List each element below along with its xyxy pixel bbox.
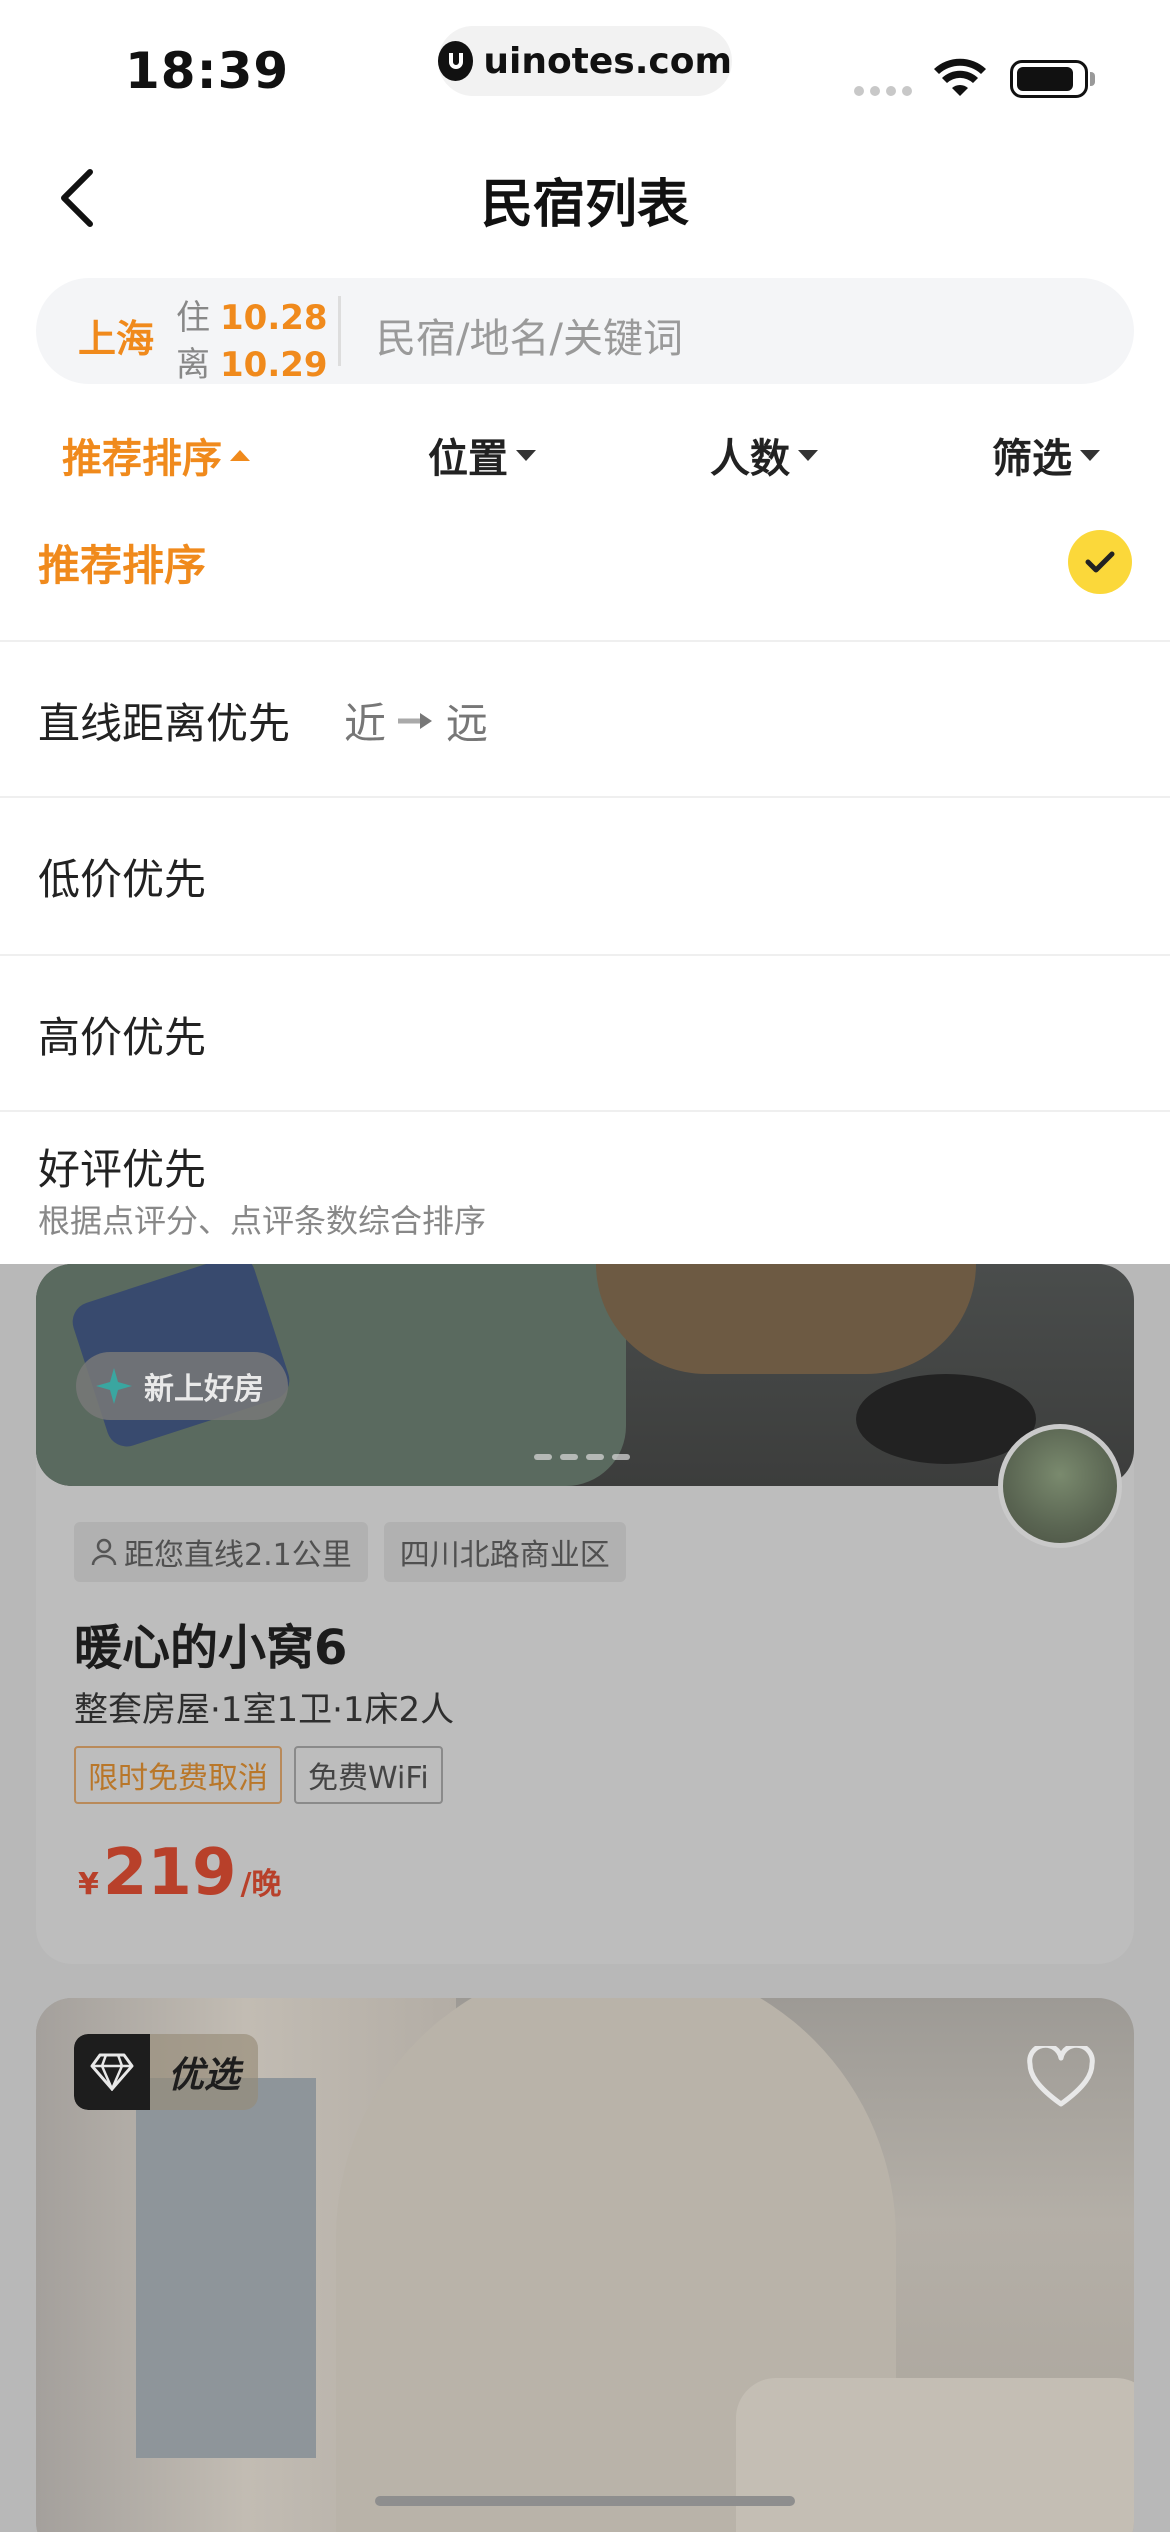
page-title: 民宿列表 xyxy=(480,175,689,235)
tab-label: 筛选 xyxy=(992,436,1072,482)
tab-label: 人数 xyxy=(710,436,790,482)
sort-option-label: 高价优先 xyxy=(38,1013,207,1062)
new-listing-badge: 新上好房 xyxy=(76,1352,288,1420)
checkout-date: 10.29 xyxy=(220,345,328,385)
distance-direction: 近 远 xyxy=(344,690,488,751)
tab-filter[interactable]: 筛选 xyxy=(992,426,1100,484)
search-input[interactable]: 民宿/地名/关键词 xyxy=(376,306,683,364)
listing-price: ¥ 219 /晚 xyxy=(78,1836,281,1910)
listing-card[interactable]: 新上好房 距您直线2.1公里 四川北路商业区 暖心的小窝6 整套房屋·1室1卫·… xyxy=(36,1264,1134,1964)
check-icon xyxy=(1068,530,1132,594)
wifi-icon xyxy=(934,58,986,96)
area-tag: 四川北路商业区 xyxy=(383,1522,626,1582)
checkin-label: 住 xyxy=(176,298,210,338)
host-avatar[interactable] xyxy=(998,1424,1122,1548)
sort-option-distance[interactable]: 直线距离优先 xyxy=(0,642,1170,796)
sort-option-label: 推荐排序 xyxy=(38,541,207,590)
premium-badge-label: 优选 xyxy=(150,2034,259,2110)
caret-up-icon xyxy=(230,449,250,461)
battery-icon xyxy=(1010,60,1088,98)
listing-title: 暖心的小窝6 xyxy=(74,1620,348,1676)
sort-option-description: 根据点评分、点评条数综合排序 xyxy=(38,1202,487,1240)
premium-badge: 优选 xyxy=(74,2034,259,2110)
photo-pagination-dots xyxy=(534,1454,630,1460)
sort-option-label: 好评优先 xyxy=(38,1145,207,1194)
price-unit: /晚 xyxy=(240,1867,282,1902)
search-divider xyxy=(338,296,341,366)
tab-guests[interactable]: 人数 xyxy=(710,426,818,484)
tab-recommended-sort[interactable]: 推荐排序 xyxy=(62,426,250,484)
near-label: 近 xyxy=(344,699,387,748)
checkin-date: 10.28 xyxy=(220,298,328,338)
url-pill[interactable]: uinotes.com xyxy=(438,26,732,96)
caret-down-icon xyxy=(1080,449,1100,461)
wifi-chip: 免费WiFi xyxy=(294,1746,443,1804)
listing-subtitle: 整套房屋·1室1卫·1床2人 xyxy=(74,1690,455,1730)
city-selector[interactable]: 上海 xyxy=(78,308,154,363)
price-value: 219 xyxy=(102,1836,237,1910)
distance-text: 距您直线2.1公里 xyxy=(124,1538,352,1573)
tab-label: 位置 xyxy=(428,436,508,482)
sparkle-icon xyxy=(96,1368,132,1404)
person-icon xyxy=(91,1538,117,1566)
cellular-signal-icon xyxy=(854,86,912,96)
dim-overlay[interactable]: 新上好房 距您直线2.1公里 四川北路商业区 暖心的小窝6 整套房屋·1室1卫·… xyxy=(0,1264,1170,2532)
area-text: 四川北路商业区 xyxy=(399,1538,610,1573)
date-range[interactable]: 住 10.28 离 10.29 xyxy=(176,290,328,386)
diamond-icon xyxy=(74,2034,150,2110)
home-indicator[interactable] xyxy=(375,2496,795,2506)
arrow-right-icon xyxy=(398,712,433,729)
listing-card[interactable]: 优选 xyxy=(36,1998,1134,2532)
checkout-label: 离 xyxy=(176,345,210,385)
far-label: 远 xyxy=(446,699,489,748)
distance-tag: 距您直线2.1公里 xyxy=(74,1522,368,1582)
free-cancel-chip: 限时免费取消 xyxy=(74,1746,282,1804)
caret-down-icon xyxy=(516,449,536,461)
caret-down-icon xyxy=(798,449,818,461)
price-currency: ¥ xyxy=(78,1867,99,1902)
uinotes-logo-icon xyxy=(438,41,474,81)
status-time: 18:39 xyxy=(125,42,290,100)
tab-location[interactable]: 位置 xyxy=(428,426,536,484)
sort-option-low-price[interactable]: 低价优先 xyxy=(0,798,1170,954)
badge-label: 新上好房 xyxy=(144,1372,264,1407)
battery-tip xyxy=(1090,72,1095,86)
url-text: uinotes.com xyxy=(483,40,732,82)
sort-option-high-price[interactable]: 高价优先 xyxy=(0,956,1170,1110)
heart-icon[interactable] xyxy=(1026,2046,1096,2108)
sort-option-label: 直线距离优先 xyxy=(38,699,291,748)
sort-option-recommended[interactable]: 推荐排序 xyxy=(0,500,1170,640)
tab-label: 推荐排序 xyxy=(62,436,222,482)
sort-option-label: 低价优先 xyxy=(38,855,207,904)
listing-photo: 新上好房 xyxy=(36,1264,1134,1486)
